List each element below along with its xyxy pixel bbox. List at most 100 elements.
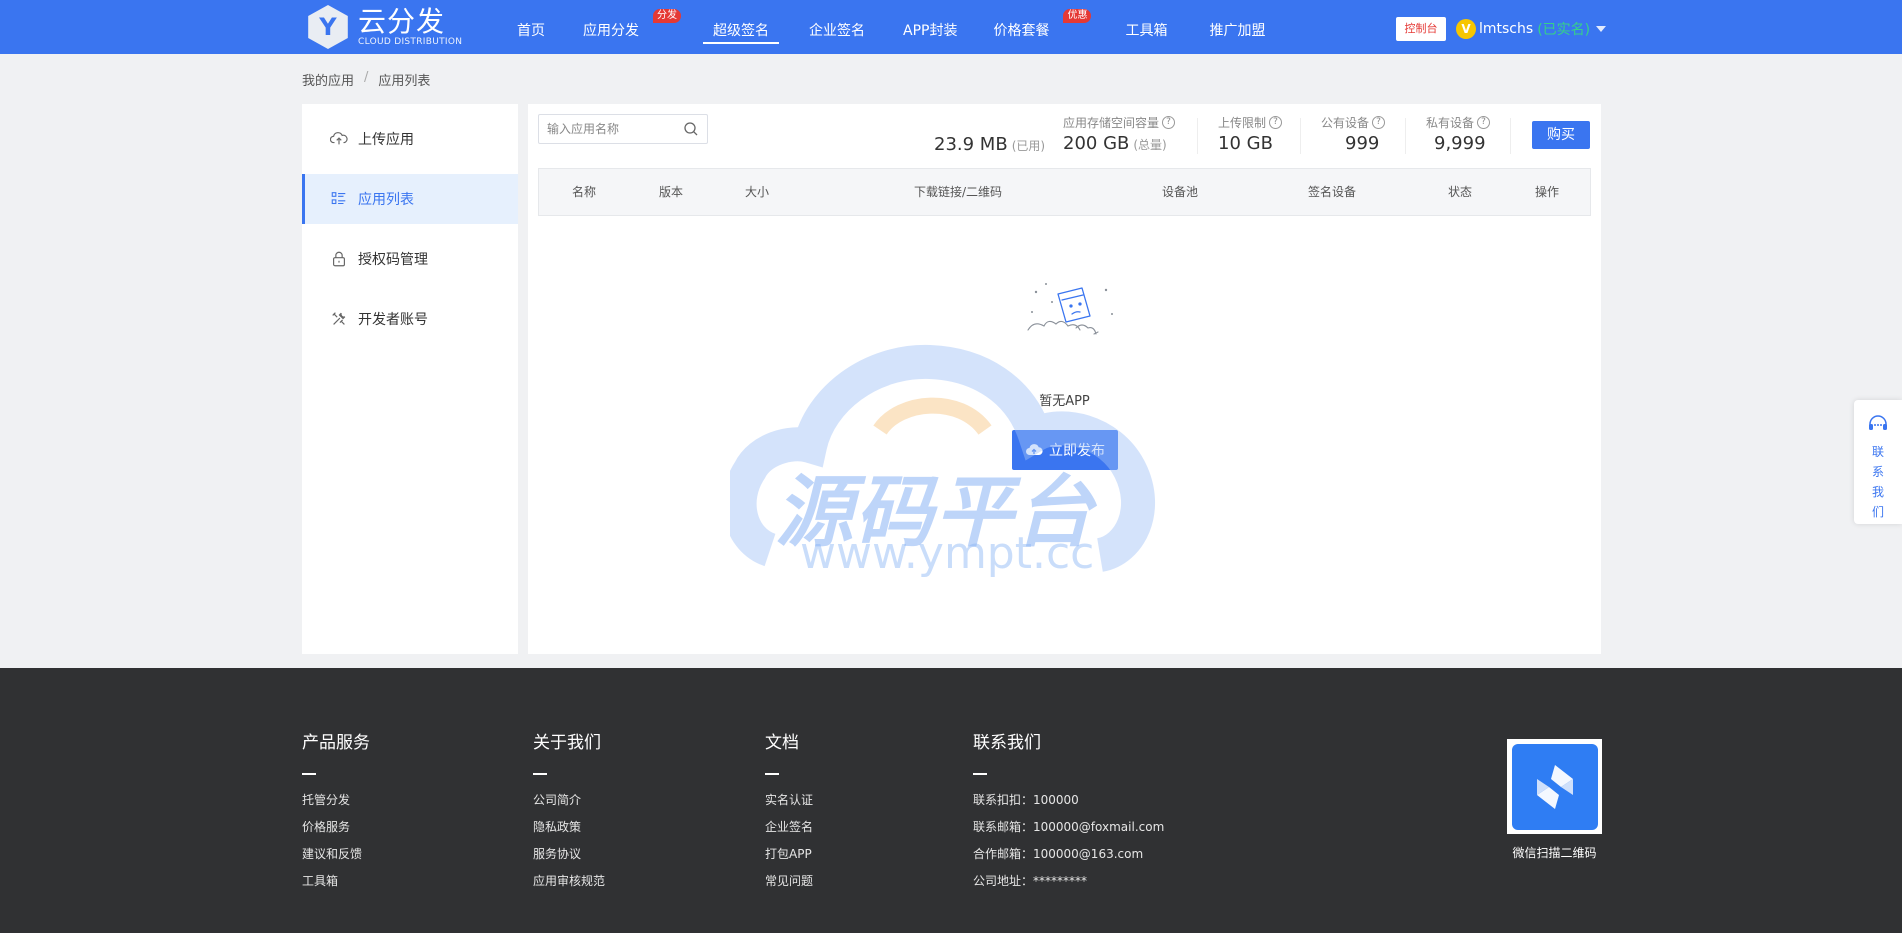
nav-enterprise-signature[interactable]: 企业签名 [809, 0, 865, 54]
nav-home[interactable]: 首页 [517, 0, 545, 54]
help-icon[interactable]: ? [1162, 116, 1176, 129]
contact-char: 系 [1871, 465, 1884, 479]
stat-used: 23.9 MB (已用) [934, 132, 1045, 155]
main-nav: 首页 应用分发 分发 超级签名 企业签名 APP封装 价格套餐 优惠 工具箱 推广加… [505, 0, 1265, 54]
footer-link[interactable]: 公司简介 [533, 787, 605, 814]
nav-super-signature[interactable]: 超级签名 [703, 0, 779, 54]
footer-partner-email[interactable]: 合作邮箱：100000@163.com [973, 841, 1164, 868]
logo-subtitle: CLOUD DISTRIBUTION [358, 36, 463, 47]
sidebar-item-label: 授权码管理 [358, 252, 428, 268]
sidebar-item-app-list[interactable]: 应用列表 [302, 174, 518, 224]
footer-column-title: 产品服务 [302, 733, 370, 753]
footer-divider [765, 773, 779, 775]
footer-link[interactable]: 托管分发 [302, 787, 370, 814]
tools-icon [332, 312, 346, 325]
table-header: 名称 版本 大小 下载链接/二维码 设备池 签名设备 状态 操作 [538, 168, 1591, 216]
contact-char: 我 [1871, 485, 1884, 499]
footer: 产品服务 托管分发 价格服务 建议和反馈 工具箱 关于我们 公司简介 隐私政策 … [0, 668, 1902, 933]
used-value: 23.9 MB [934, 134, 1008, 155]
search-icon[interactable] [683, 121, 699, 137]
footer-link[interactable]: 打包APP [765, 841, 813, 868]
stat-storage: 应用存储空间容量? 200 GB (总量) [1063, 114, 1176, 154]
footer-column-title: 关于我们 [533, 733, 601, 753]
footer-link[interactable]: 工具箱 [302, 868, 370, 895]
footer-link[interactable]: 实名认证 [765, 787, 813, 814]
stat-public-devices: 公有设备? 999 [1321, 114, 1386, 154]
storage-unit: (总量) [1133, 138, 1167, 152]
public-devices-label: 公有设备 [1321, 116, 1370, 130]
column-header-signed-devices[interactable]: 签名设备 [1308, 169, 1356, 215]
breadcrumb-my-apps[interactable]: 我的应用 [302, 70, 354, 89]
sidebar-item-label: 开发者账号 [358, 312, 428, 328]
stat-divider [1300, 118, 1301, 154]
empty-message: 暂无APP [1039, 394, 1090, 409]
nav-toolbox[interactable]: 工具箱 [1125, 0, 1167, 54]
footer-link[interactable]: 常见问题 [765, 868, 813, 895]
sidebar-item-auth-codes[interactable]: 授权码管理 [302, 234, 518, 284]
footer-divider [973, 773, 987, 775]
nav-affiliate[interactable]: 推广加盟 [1209, 0, 1265, 54]
nav-pricing[interactable]: 价格套餐 优惠 [993, 0, 1092, 54]
stat-divider [1510, 118, 1511, 154]
help-icon[interactable]: ? [1477, 116, 1491, 129]
sidebar-item-upload[interactable]: 上传应用 [302, 114, 518, 164]
help-icon[interactable]: ? [1372, 116, 1386, 129]
sidebar-item-developer-account[interactable]: 开发者账号 [302, 294, 518, 344]
qr-caption: 微信扫描二维码 [1512, 846, 1597, 860]
footer-column-title: 文档 [765, 733, 799, 753]
footer-link[interactable]: 建议和反馈 [302, 841, 370, 868]
stat-upload-limit: 上传限制? 10 GB [1218, 114, 1283, 154]
column-header-name[interactable]: 名称 [572, 169, 596, 215]
footer-contact-email[interactable]: 联系邮箱：100000@foxmail.com [973, 814, 1164, 841]
avatar: V [1456, 19, 1476, 39]
stat-divider [1405, 118, 1406, 154]
column-header-version[interactable]: 版本 [659, 169, 683, 215]
column-header-download[interactable]: 下载链接/二维码 [914, 169, 1002, 215]
column-header-status[interactable]: 状态 [1448, 169, 1472, 215]
search-box [538, 114, 708, 144]
public-devices-value: 999 [1345, 133, 1380, 154]
footer-column-products: 产品服务 托管分发 价格服务 建议和反馈 工具箱 [302, 728, 370, 895]
watermark-url: www.ympt.cc [800, 528, 1095, 579]
headset-icon [1869, 415, 1887, 430]
logo-title: 云分发 [358, 4, 446, 38]
column-header-actions[interactable]: 操作 [1535, 169, 1559, 215]
nav-badge-distribution: 分发 [653, 9, 681, 23]
username: lmtschs [1479, 21, 1534, 37]
footer-link[interactable]: 隐私政策 [533, 814, 605, 841]
chevron-down-icon [1596, 26, 1607, 32]
breadcrumb: 我的应用 / 应用列表 [302, 70, 430, 89]
empty-box-icon [1027, 283, 1113, 335]
footer-column-contact: 联系我们 联系扣扣：100000 联系邮箱：100000@foxmail.com… [973, 728, 1164, 895]
storage-label: 应用存储空间容量 [1063, 116, 1160, 130]
buy-button[interactable]: 购买 [1532, 121, 1590, 149]
wechat-qr-code [1507, 739, 1602, 834]
sidebar: 上传应用 应用列表 授权码管理 开发者账号 [302, 104, 518, 654]
top-navbar: Y 云分发 CLOUD DISTRIBUTION 首页 应用分发 分发 超级签名 … [0, 0, 1902, 54]
logo[interactable]: Y 云分发 CLOUD DISTRIBUTION [306, 3, 462, 51]
storage-value: 200 GB [1063, 133, 1130, 154]
used-unit: (已用) [1011, 139, 1046, 153]
footer-link[interactable]: 企业签名 [765, 814, 813, 841]
nav-app-wrap[interactable]: APP封装 [903, 0, 957, 54]
user-menu[interactable]: V lmtschs (已实名) [1456, 17, 1607, 41]
cloud-upload-icon [330, 132, 348, 145]
footer-link[interactable]: 服务协议 [533, 841, 605, 868]
nav-app-distribution[interactable]: 应用分发 分发 [583, 0, 681, 54]
sidebar-item-label: 上传应用 [358, 132, 414, 148]
column-header-device-pool[interactable]: 设备池 [1162, 169, 1198, 215]
footer-column-docs: 文档 实名认证 企业签名 打包APP 常见问题 [765, 728, 813, 895]
footer-column-title: 联系我们 [973, 733, 1041, 753]
private-devices-label: 私有设备 [1426, 116, 1475, 130]
console-button[interactable]: 控制台 [1396, 17, 1446, 41]
contact-us-float[interactable]: 联 系 我 们 [1854, 400, 1902, 524]
column-header-size[interactable]: 大小 [745, 169, 769, 215]
breadcrumb-separator: / [364, 70, 369, 85]
logo-mark: Y [308, 5, 348, 49]
search-input[interactable] [547, 122, 667, 136]
footer-divider [302, 773, 316, 775]
footer-link[interactable]: 价格服务 [302, 814, 370, 841]
footer-link[interactable]: 应用审核规范 [533, 868, 605, 895]
footer-column-about: 关于我们 公司简介 隐私政策 服务协议 应用审核规范 [533, 728, 605, 895]
help-icon[interactable]: ? [1269, 116, 1283, 129]
